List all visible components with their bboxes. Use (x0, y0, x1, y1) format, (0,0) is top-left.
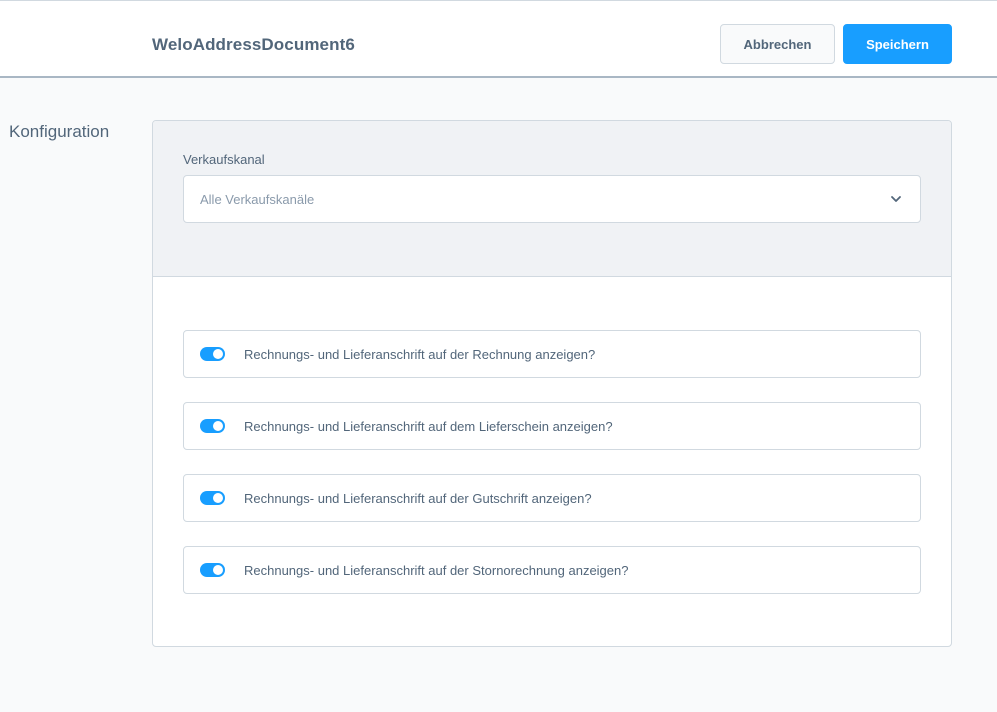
toggle-knob (213, 421, 223, 431)
switch-row-stornorechnung: Rechnungs- und Lieferanschrift auf der S… (183, 546, 921, 594)
page-title: WeloAddressDocument6 (152, 35, 355, 54)
save-button[interactable]: Speichern (843, 24, 952, 64)
section-label: Konfiguration (9, 122, 110, 141)
config-card: Verkaufskanal Alle Verkaufskanäle Rechnu… (152, 120, 952, 647)
toggle-switch[interactable] (200, 347, 225, 361)
toggle-switch[interactable] (200, 419, 225, 433)
toggle-knob (213, 565, 223, 575)
cancel-button[interactable]: Abbrechen (720, 24, 835, 64)
toggle-knob (213, 493, 223, 503)
smart-bar: WeloAddressDocument6 Abbrechen Speichern (0, 0, 997, 78)
switch-label: Rechnungs- und Lieferanschrift auf dem L… (244, 419, 613, 434)
switch-label: Rechnungs- und Lieferanschrift auf der S… (244, 563, 629, 578)
switch-label: Rechnungs- und Lieferanschrift auf der G… (244, 491, 592, 506)
switch-label: Rechnungs- und Lieferanschrift auf der R… (244, 347, 596, 362)
switch-row-lieferschein: Rechnungs- und Lieferanschrift auf dem L… (183, 402, 921, 450)
sales-channel-label: Verkaufskanal (183, 152, 265, 167)
chevron-down-icon (890, 192, 902, 204)
sales-channel-select[interactable]: Alle Verkaufskanäle (183, 175, 921, 223)
switch-row-gutschrift: Rechnungs- und Lieferanschrift auf der G… (183, 474, 921, 522)
toggle-knob (213, 349, 223, 359)
toggle-switch[interactable] (200, 491, 225, 505)
switch-row-rechnung: Rechnungs- und Lieferanschrift auf der R… (183, 330, 921, 378)
toggle-switch[interactable] (200, 563, 225, 577)
sales-channel-value: Alle Verkaufskanäle (200, 192, 315, 207)
sales-channel-header: Verkaufskanal Alle Verkaufskanäle (153, 121, 951, 277)
